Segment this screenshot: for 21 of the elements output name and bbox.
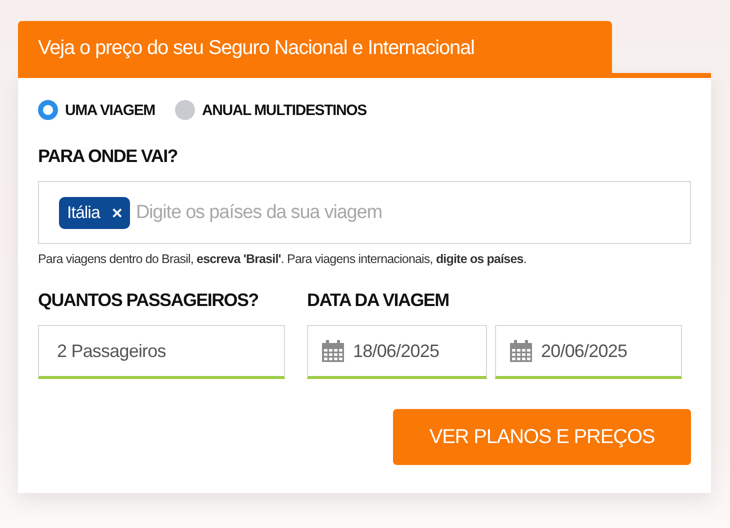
option-label: ANUAL MULTIDESTINOS — [202, 102, 366, 118]
radio-icon[interactable] — [38, 100, 58, 120]
remove-button[interactable]: × — [112, 204, 122, 222]
trip-type-option[interactable]: UMA VIAGEM — [38, 100, 155, 120]
date-value: 20/06/2025 — [541, 340, 628, 362]
destination-field[interactable]: Itália × Digite os países da sua viagem — [38, 181, 691, 244]
passengers-field[interactable]: 2 Passageiros — [38, 325, 285, 379]
date-field[interactable]: 18/06/2025 — [307, 325, 487, 379]
form-title: Veja o preço do seu Seguro Nacional e Internacional — [18, 21, 612, 73]
date-value: 18/06/2025 — [353, 340, 440, 362]
radio-icon[interactable] — [174, 100, 195, 120]
field-label: PARA ONDE VAI? — [38, 146, 178, 167]
hint-text: Para viagens dentro do Brasil, escreva 'Brasil'. Para viagens internacionais, digite os países. — [38, 252, 528, 266]
field-label: QUANTOS PASSAGEIROS? — [38, 290, 260, 311]
tag-label: Itália — [67, 202, 100, 222]
trip-type-option[interactable]: ANUAL MULTIDESTINOS — [174, 100, 366, 120]
option-label: UMA VIAGEM — [65, 102, 155, 118]
calendar-icon — [509, 339, 533, 363]
field-label: DATA DA VIAGEM — [307, 290, 450, 311]
date-field[interactable]: 20/06/2025 — [495, 325, 682, 379]
calendar-icon — [321, 339, 345, 363]
